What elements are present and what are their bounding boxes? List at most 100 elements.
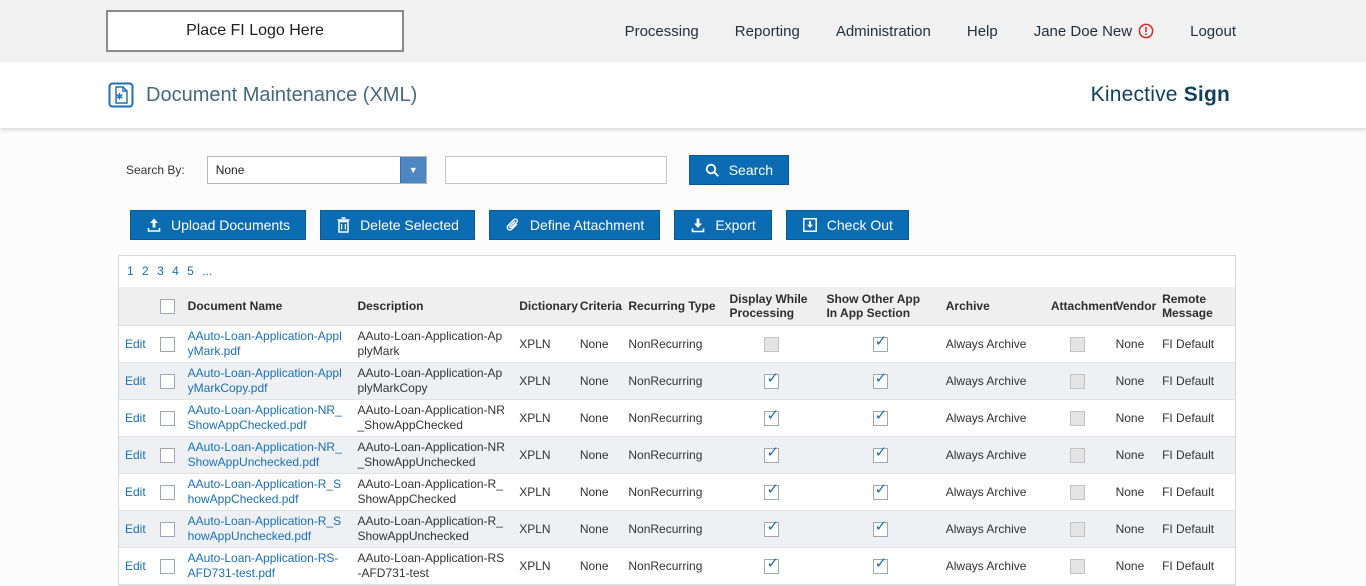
vendor-cell: None: [1110, 511, 1157, 548]
description-cell: AAuto-Loan-Application-R_ShowAppChecked: [351, 474, 513, 511]
attachment-checkbox: [1070, 374, 1085, 389]
row-select-checkbox[interactable]: [160, 522, 175, 537]
row-select-checkbox[interactable]: [160, 337, 175, 352]
remote-message-cell: FI Default: [1156, 437, 1235, 474]
nav-processing[interactable]: Processing: [625, 23, 699, 40]
page-link-5[interactable]: 5: [187, 264, 194, 278]
edit-link[interactable]: Edit: [125, 411, 146, 425]
show-other-app-checkbox[interactable]: [873, 485, 888, 500]
display-while-processing-checkbox[interactable]: [764, 374, 779, 389]
delete-selected-label: Delete Selected: [360, 217, 459, 233]
show-other-app-checkbox[interactable]: [873, 559, 888, 574]
row-select-checkbox[interactable]: [160, 448, 175, 463]
nav-administration[interactable]: Administration: [836, 23, 931, 40]
show-other-app-checkbox[interactable]: [873, 448, 888, 463]
documents-table-container: 1 2 3 4 5 ... Document Name Description …: [118, 255, 1236, 586]
document-name-link[interactable]: AAuto-Loan-Application-R_ShowAppUnchecke…: [188, 514, 341, 543]
document-name-link[interactable]: AAuto-Loan-Application-ApplyMarkCopy.pdf: [188, 366, 342, 395]
row-select-checkbox[interactable]: [160, 374, 175, 389]
row-select-checkbox[interactable]: [160, 485, 175, 500]
table-row: Edit AAuto-Loan-Application-NR_ShowAppUn…: [119, 437, 1235, 474]
description-cell: AAuto-Loan-Application-ApplyMark: [351, 326, 513, 363]
check-out-label: Check Out: [827, 217, 893, 233]
search-by-dropdown[interactable]: None ▼: [207, 156, 427, 184]
attachment-checkbox: [1070, 522, 1085, 537]
page-link-4[interactable]: 4: [172, 264, 179, 278]
document-name-link[interactable]: AAuto-Loan-Application-RS-AFD731-test.pd…: [188, 551, 339, 580]
chevron-down-icon[interactable]: ▼: [400, 157, 426, 183]
document-name-link[interactable]: AAuto-Loan-Application-R_ShowAppChecked.…: [188, 477, 341, 506]
edit-link[interactable]: Edit: [125, 374, 146, 388]
xml-document-icon: ✱: [108, 82, 134, 108]
edit-link[interactable]: Edit: [125, 448, 146, 462]
display-while-processing-checkbox[interactable]: [764, 522, 779, 537]
show-other-app-checkbox[interactable]: [873, 374, 888, 389]
criteria-cell: None: [574, 400, 623, 437]
document-name-link[interactable]: AAuto-Loan-Application-NR_ShowAppChecked…: [188, 403, 342, 432]
search-button[interactable]: Search: [689, 155, 789, 185]
col-edit: [119, 287, 153, 326]
display-while-processing-checkbox[interactable]: [764, 448, 779, 463]
display-while-processing-checkbox[interactable]: [764, 411, 779, 426]
criteria-cell: None: [574, 326, 623, 363]
vendor-cell: None: [1110, 326, 1157, 363]
col-recurring-type: Recurring Type: [622, 287, 723, 326]
define-attachment-button[interactable]: Define Attachment: [489, 210, 660, 240]
edit-link[interactable]: Edit: [125, 337, 146, 351]
nav-help[interactable]: Help: [967, 23, 998, 40]
show-other-app-checkbox[interactable]: [873, 522, 888, 537]
archive-cell: Always Archive: [940, 548, 1045, 585]
search-by-label: Search By:: [126, 163, 185, 177]
edit-link[interactable]: Edit: [125, 485, 146, 499]
page-link-1[interactable]: 1: [127, 264, 134, 278]
description-cell: AAuto-Loan-Application-NR_ShowAppChecked: [351, 400, 513, 437]
row-select-checkbox[interactable]: [160, 411, 175, 426]
attachment-checkbox: [1070, 411, 1085, 426]
checkout-icon: [802, 217, 818, 233]
nav-user-name[interactable]: Jane Doe New: [1034, 23, 1132, 40]
col-description: Description: [351, 287, 513, 326]
criteria-cell: None: [574, 511, 623, 548]
toolbar: Upload Documents Delete Selected Define …: [130, 210, 1366, 240]
col-attachment: Attachment: [1045, 287, 1110, 326]
check-out-button[interactable]: Check Out: [786, 210, 909, 240]
table-row: Edit AAuto-Loan-Application-ApplyMarkCop…: [119, 363, 1235, 400]
row-select-checkbox[interactable]: [160, 559, 175, 574]
delete-selected-button[interactable]: Delete Selected: [320, 210, 475, 240]
nav-reporting[interactable]: Reporting: [735, 23, 800, 40]
svg-text:✱: ✱: [116, 92, 124, 102]
document-name-link[interactable]: AAuto-Loan-Application-ApplyMark.pdf: [188, 329, 342, 358]
search-input[interactable]: [445, 156, 667, 184]
recurring-type-cell: NonRecurring: [622, 437, 723, 474]
upload-documents-button[interactable]: Upload Documents: [130, 210, 306, 240]
search-button-label: Search: [729, 162, 773, 178]
display-while-processing-checkbox[interactable]: [764, 559, 779, 574]
select-all-checkbox[interactable]: [160, 299, 175, 314]
nav-logout[interactable]: Logout: [1190, 23, 1236, 40]
search-section: Search By: None ▼ Search: [126, 155, 1366, 185]
export-button[interactable]: Export: [674, 210, 771, 240]
page-link-2[interactable]: 2: [142, 264, 149, 278]
document-name-link[interactable]: AAuto-Loan-Application-NR_ShowAppUncheck…: [188, 440, 342, 469]
show-other-app-checkbox[interactable]: [873, 337, 888, 352]
col-remote-message: Remote Message: [1156, 287, 1235, 326]
remote-message-cell: FI Default: [1156, 326, 1235, 363]
edit-link[interactable]: Edit: [125, 559, 146, 573]
edit-link[interactable]: Edit: [125, 522, 146, 536]
remote-message-cell: FI Default: [1156, 474, 1235, 511]
description-cell: AAuto-Loan-Application-RS-AFD731-test: [351, 548, 513, 585]
show-other-app-checkbox[interactable]: [873, 411, 888, 426]
display-while-processing-checkbox[interactable]: [764, 485, 779, 500]
vendor-cell: None: [1110, 400, 1157, 437]
page-link-3[interactable]: 3: [157, 264, 164, 278]
recurring-type-cell: NonRecurring: [622, 363, 723, 400]
dictionary-cell: XPLN: [513, 363, 574, 400]
page-link-more[interactable]: ...: [202, 264, 212, 278]
recurring-type-cell: NonRecurring: [622, 326, 723, 363]
paperclip-icon: [505, 217, 521, 233]
fi-logo-text: Place FI Logo Here: [186, 22, 324, 40]
table-row: Edit AAuto-Loan-Application-R_ShowAppUnc…: [119, 511, 1235, 548]
archive-cell: Always Archive: [940, 400, 1045, 437]
nav-user[interactable]: Jane Doe New: [1034, 23, 1154, 40]
search-by-selected-value: None: [216, 163, 245, 177]
